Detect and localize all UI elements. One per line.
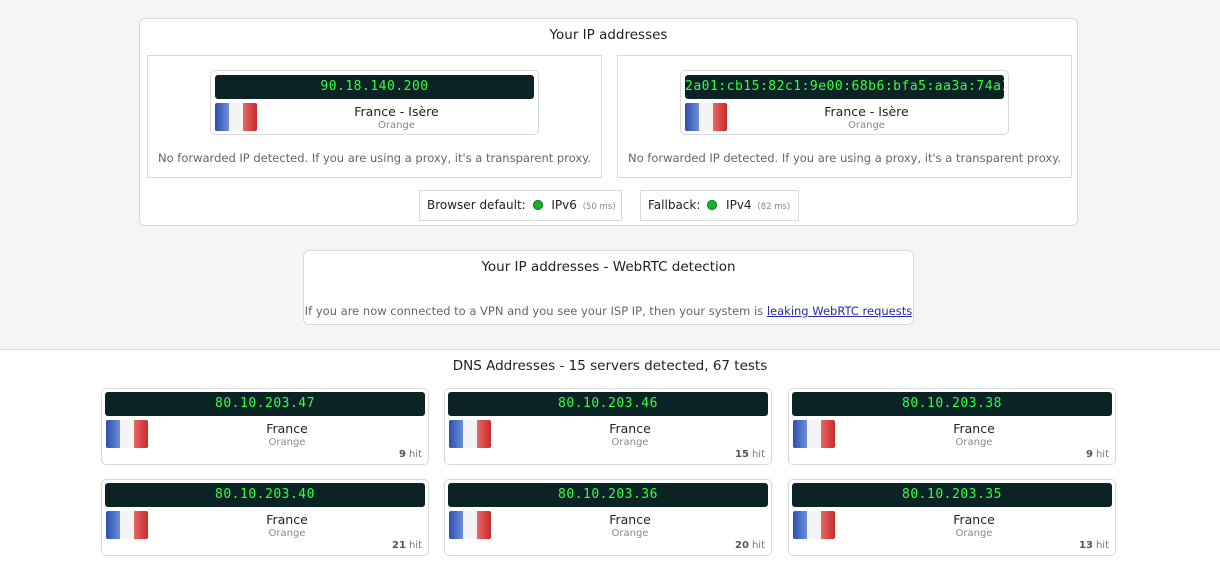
france-flag-icon [793,511,835,539]
ip-info-box: 90.18.140.200 France - Isère Orange [210,70,539,135]
ip-address-display: 90.18.140.200 [215,75,534,99]
webrtc-title: Your IP addresses - WebRTC detection [481,259,736,275]
status-dot-icon [532,200,543,210]
dns-country: France [266,421,308,436]
browser-default-latency: (50 ms) [582,202,616,212]
forwarded-ip-note: No forwarded IP detected. If you are usi… [627,151,1062,165]
france-flag-icon [793,420,835,448]
dns-country: France [953,512,995,527]
dns-ip-display: 80.10.203.46 [448,392,768,416]
dns-server-card: 80.10.203.36 France Orange 20 hit [444,479,772,556]
france-flag-icon [106,420,148,448]
dns-title: DNS Addresses - 15 servers detected, 67 … [452,358,768,374]
dns-isp: Orange [611,528,649,539]
france-flag-icon [215,103,257,131]
dns-server-card: 80.10.203.38 France Orange 9 hit [788,388,1116,465]
webrtc-leak-link[interactable]: leaking WebRTC requests [767,304,912,318]
webrtc-detection-card: Your IP addresses - WebRTC detection If … [303,250,914,325]
status-dot-icon [707,200,718,210]
france-flag-icon [106,511,148,539]
dns-ip-display: 80.10.203.40 [105,483,425,507]
browser-default-protocol-value: IPv6 [551,198,577,212]
ip-location: France - Isère [354,104,439,119]
dns-ip-display: 80.10.203.47 [105,392,425,416]
france-flag-icon [685,103,727,131]
webrtc-note-text: If you are now connected to a VPN and yo… [304,304,764,318]
forwarded-ip-note: No forwarded IP detected. If you are usi… [157,151,592,165]
fallback-label: Fallback: [648,198,701,212]
ip-location: France - Isère [824,104,909,119]
dns-country: France [953,421,995,436]
dns-isp: Orange [268,528,306,539]
fallback-latency: (82 ms) [757,202,791,212]
webrtc-note: If you are now connected to a VPN and yo… [304,304,913,318]
ip-info-box: 2a01:cb15:82c1:9e00:68b6:bfa5:aa3a:74a1 … [680,70,1009,135]
dns-ip-display: 80.10.203.38 [792,392,1112,416]
dns-hit-count: 20 hit [735,540,765,551]
dns-isp: Orange [268,437,306,448]
dns-addresses-section: DNS Addresses - 15 servers detected, 67 … [0,349,1220,567]
ip-isp: Orange [848,120,885,131]
france-flag-icon [449,511,491,539]
dns-hit-count: 9 hit [1085,449,1109,460]
browser-default-protocol: Browser default: IPv6 (50 ms) [419,190,622,221]
fallback-protocol-value: IPv4 [726,198,752,212]
ip-address-display: 2a01:cb15:82c1:9e00:68b6:bfa5:aa3a:74a1 [685,75,1004,99]
dns-isp: Orange [955,528,993,539]
dns-hit-count: 13 hit [1079,540,1109,551]
dns-ip-display: 80.10.203.35 [792,483,1112,507]
ip-isp: Orange [378,120,415,131]
dns-hit-count: 21 hit [392,540,422,551]
fallback-protocol: Fallback: IPv4 (82 ms) [640,190,799,221]
browser-default-label: Browser default: [427,198,526,212]
dns-country: France [609,421,651,436]
dns-ip-display: 80.10.203.36 [448,483,768,507]
ip-addresses-card: Your IP addresses 90.18.140.200 France -… [139,18,1078,226]
dns-isp: Orange [611,437,649,448]
ipv6-address-panel: 2a01:cb15:82c1:9e00:68b6:bfa5:aa3a:74a1 … [617,55,1072,178]
ipv4-address-panel: 90.18.140.200 France - Isère Orange No f… [147,55,602,178]
dns-server-card: 80.10.203.46 France Orange 15 hit [444,388,772,465]
dns-hit-count: 15 hit [735,449,765,460]
dns-server-card: 80.10.203.35 France Orange 13 hit [788,479,1116,556]
dns-server-card: 80.10.203.47 France Orange 9 hit [101,388,429,465]
dns-country: France [609,512,651,527]
dns-country: France [266,512,308,527]
ip-addresses-title: Your IP addresses [549,27,668,43]
dns-server-card: 80.10.203.40 France Orange 21 hit [101,479,429,556]
france-flag-icon [449,420,491,448]
dns-isp: Orange [955,437,993,448]
dns-hit-count: 9 hit [398,449,422,460]
